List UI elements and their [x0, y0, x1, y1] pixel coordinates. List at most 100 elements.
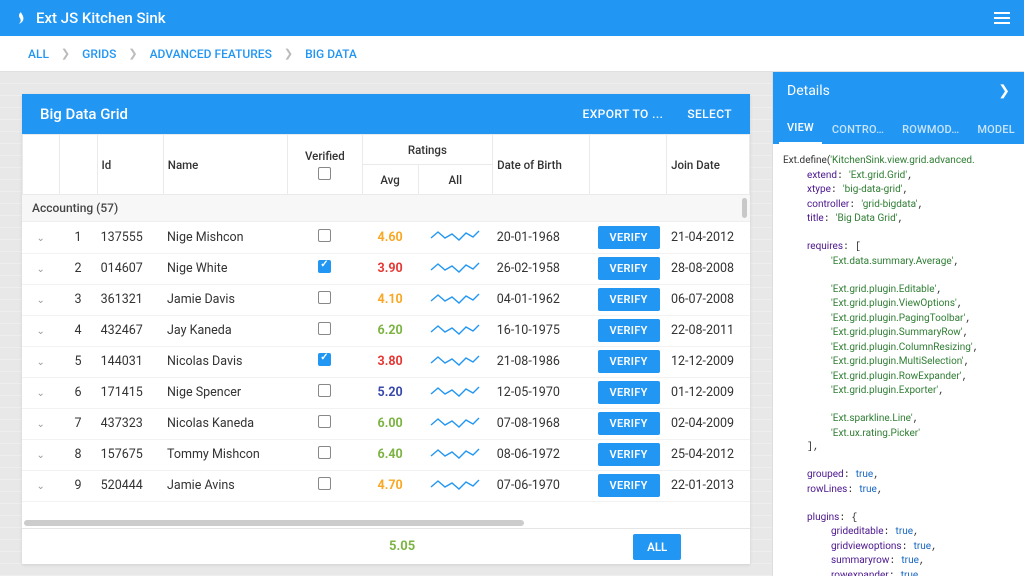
table-row[interactable]: ⌄8157675Tommy Mishcon6.4008-06-1972VERIF…: [22, 439, 750, 470]
table-row[interactable]: ⌄1137555Nige Mishcon4.6020-01-1968VERIFY…: [22, 222, 750, 253]
col-name[interactable]: Name: [163, 135, 287, 195]
table-row[interactable]: ⌄7437323Nicolas Kaneda6.0007-08-1968VERI…: [22, 408, 750, 439]
cell-avg: 4.60: [378, 230, 403, 245]
expand-icon[interactable]: ⌄: [36, 481, 44, 492]
cell-name: Jamie Davis: [163, 284, 287, 315]
col-all[interactable]: All: [418, 165, 493, 195]
sparkline: [430, 351, 480, 369]
col-id[interactable]: Id: [97, 135, 163, 195]
sparkline: [430, 444, 480, 462]
expand-icon[interactable]: ⌄: [36, 326, 44, 337]
chevron-right-icon[interactable]: ❯: [998, 83, 1010, 99]
row-index: 9: [59, 470, 96, 501]
verified-header-checkbox[interactable]: [318, 167, 331, 180]
verified-checkbox[interactable]: [318, 322, 331, 335]
menu-icon[interactable]: [994, 9, 1010, 27]
expand-icon[interactable]: ⌄: [36, 419, 44, 430]
cell-name: Nicolas Kaneda: [163, 408, 287, 439]
crumb-advanced[interactable]: ADVANCED FEATURES: [142, 47, 280, 61]
verify-button[interactable]: VERIFY: [598, 226, 660, 249]
sparkline: [430, 226, 480, 244]
cell-dob: 08-06-1972: [493, 439, 590, 470]
col-ratings[interactable]: Ratings: [362, 135, 492, 165]
grid-card: Big Data Grid EXPORT TO ... SELECT Id: [22, 94, 750, 564]
col-dob[interactable]: Date of Birth: [493, 135, 590, 195]
row-index: 3: [59, 284, 96, 315]
cell-avg: 3.80: [378, 354, 403, 369]
cell-name: Nige White: [163, 253, 287, 284]
verify-button[interactable]: VERIFY: [598, 350, 660, 373]
cell-joindate: 01-12-2009: [667, 377, 750, 408]
table-row[interactable]: ⌄2014607Nige White3.9026-02-1958VERIFY28…: [22, 253, 750, 284]
cell-avg: 6.20: [378, 323, 403, 338]
cell-dob: 04-01-1962: [493, 284, 590, 315]
group-row[interactable]: Accounting (57): [22, 195, 750, 222]
cell-joindate: 22-01-2013: [667, 470, 750, 501]
cell-avg: 5.20: [378, 385, 403, 400]
tab-model[interactable]: MODEL: [969, 115, 1023, 144]
verified-checkbox[interactable]: [318, 260, 331, 273]
chevron-right-icon: ❯: [284, 47, 293, 60]
expand-icon[interactable]: ⌄: [36, 388, 44, 399]
verify-button[interactable]: VERIFY: [598, 474, 660, 497]
chevron-right-icon: ❯: [128, 47, 137, 60]
crumb-grids[interactable]: GRIDS: [74, 47, 124, 61]
cell-dob: 26-02-1958: [493, 253, 590, 284]
expand-icon[interactable]: ⌄: [36, 233, 44, 244]
row-index: 2: [59, 253, 96, 284]
column-headers: Id Name Verified Ratings Date of Birth J…: [22, 134, 750, 195]
expand-icon[interactable]: ⌄: [36, 295, 44, 306]
cell-name: Jamie Avins: [163, 470, 287, 501]
col-joindate[interactable]: Join Date: [667, 135, 750, 195]
verify-button[interactable]: VERIFY: [598, 443, 660, 466]
chevron-right-icon: ❯: [61, 47, 70, 60]
verified-checkbox[interactable]: [318, 384, 331, 397]
cell-joindate: 02-04-2009: [667, 408, 750, 439]
cell-id: 171415: [97, 377, 163, 408]
export-button[interactable]: EXPORT TO ...: [583, 107, 664, 121]
cell-id: 361321: [97, 284, 163, 315]
verify-button[interactable]: VERIFY: [598, 381, 660, 404]
col-verified[interactable]: Verified: [288, 135, 363, 195]
crumb-bigdata[interactable]: BIG DATA: [297, 47, 365, 61]
table-row[interactable]: ⌄3361321Jamie Davis4.1004-01-1962VERIFY0…: [22, 284, 750, 315]
verified-checkbox[interactable]: [318, 415, 331, 428]
col-avg[interactable]: Avg: [362, 165, 418, 195]
cell-id: 520444: [97, 470, 163, 501]
verify-button[interactable]: VERIFY: [598, 319, 660, 342]
row-index: 5: [59, 346, 96, 377]
sparkline: [430, 382, 480, 400]
sparkline: [430, 320, 480, 338]
verify-button[interactable]: VERIFY: [598, 288, 660, 311]
cell-avg: 4.70: [378, 478, 403, 493]
cell-dob: 21-08-1986: [493, 346, 590, 377]
crumb-all[interactable]: ALL: [20, 47, 57, 61]
verified-checkbox[interactable]: [318, 446, 331, 459]
table-row[interactable]: ⌄4432467Jay Kaneda6.2016-10-1975VERIFY22…: [22, 315, 750, 346]
tab-controller[interactable]: CONTRO…: [824, 115, 892, 144]
summary-row: 5.05 ALL: [22, 528, 750, 564]
scrollbar-vertical[interactable]: [742, 198, 747, 218]
cell-name: Nige Spencer: [163, 377, 287, 408]
expand-icon[interactable]: ⌄: [36, 450, 44, 461]
cell-name: Nige Mishcon: [163, 222, 287, 253]
cell-joindate: 21-04-2012: [667, 222, 750, 253]
table-row[interactable]: ⌄6171415Nige Spencer5.2012-05-1970VERIFY…: [22, 377, 750, 408]
tab-rowmodel[interactable]: ROWMOD…: [894, 115, 967, 144]
select-button[interactable]: SELECT: [687, 107, 732, 121]
breadcrumb: ALL ❯ GRIDS ❯ ADVANCED FEATURES ❯ BIG DA…: [0, 36, 1024, 72]
scrollbar-horizontal[interactable]: [24, 520, 524, 526]
verified-checkbox[interactable]: [318, 353, 331, 366]
verified-checkbox[interactable]: [318, 291, 331, 304]
verify-button[interactable]: VERIFY: [598, 257, 660, 280]
cell-joindate: 25-04-2012: [667, 439, 750, 470]
verified-checkbox[interactable]: [318, 477, 331, 490]
tab-view[interactable]: VIEW: [779, 113, 822, 144]
verify-button[interactable]: VERIFY: [598, 412, 660, 435]
table-row[interactable]: ⌄9520444Jamie Avins4.7007-06-1970VERIFY2…: [22, 470, 750, 501]
verified-checkbox[interactable]: [318, 229, 331, 242]
expand-icon[interactable]: ⌄: [36, 357, 44, 368]
summary-all-button[interactable]: ALL: [633, 534, 681, 560]
table-row[interactable]: ⌄5144031Nicolas Davis3.8021-08-1986VERIF…: [22, 346, 750, 377]
expand-icon[interactable]: ⌄: [36, 264, 44, 275]
